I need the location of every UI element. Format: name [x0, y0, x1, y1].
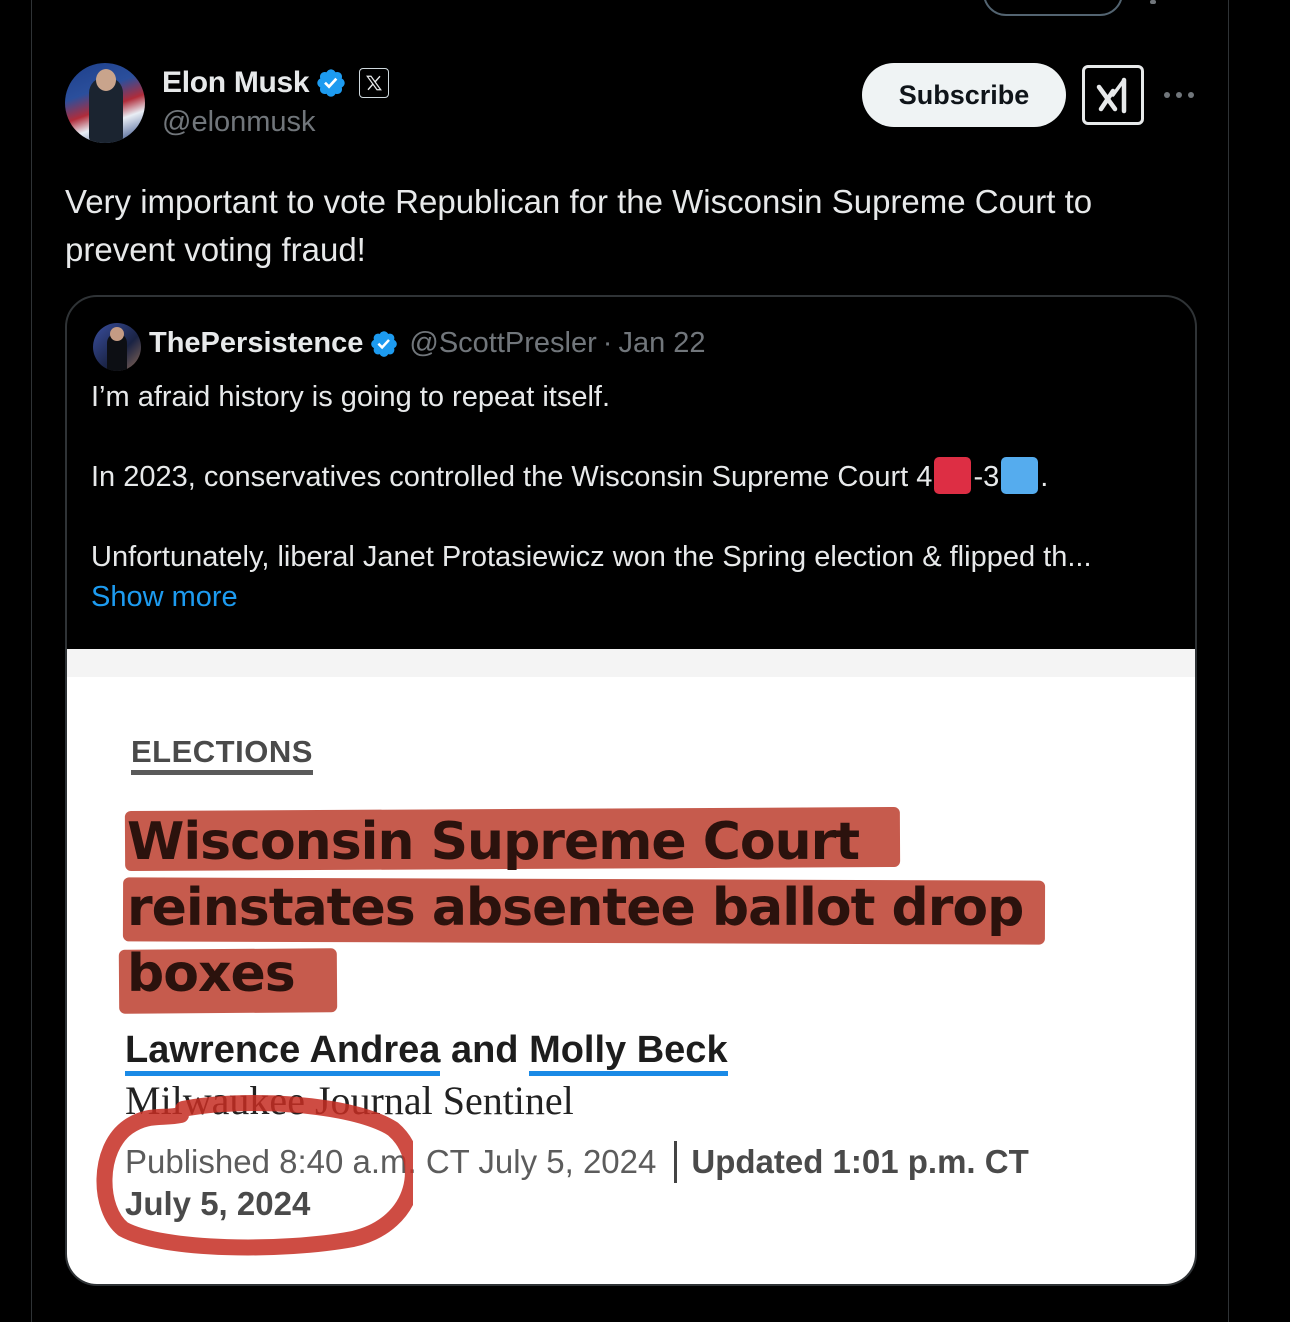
- quoted-verified-badge-icon: [371, 330, 398, 357]
- quoted-text-line-2-prefix: In 2023, conservatives controlled the Wi…: [91, 461, 933, 493]
- article-byline-and: and: [450, 1029, 519, 1071]
- article-headline-line-2: reinstates absentee ballot drop: [127, 878, 1024, 938]
- grok-button[interactable]: [1082, 65, 1144, 125]
- quoted-author-avatar[interactable]: [93, 323, 141, 371]
- article-headline: Wisconsin Supreme Court reinstates absen…: [127, 809, 1127, 1007]
- subscribe-button[interactable]: Subscribe: [862, 63, 1066, 127]
- timeline-border-left: [31, 0, 32, 1322]
- blue-square-emoji-icon: [1001, 457, 1039, 494]
- quoted-avatar-face: [110, 327, 124, 341]
- article-headline-line-1: Wisconsin Supreme Court: [127, 812, 860, 872]
- article-top-strip: [67, 649, 1195, 677]
- timeline-border-right: [1228, 0, 1229, 1322]
- author-avatar[interactable]: [65, 63, 145, 143]
- quoted-text-line-3: Unfortunately, liberal Janet Protasiewic…: [91, 541, 1092, 573]
- red-square-emoji-icon: [934, 457, 972, 494]
- grok-icon: [1096, 77, 1127, 114]
- quoted-media-image[interactable]: ELECTIONS Wisconsin Supreme Court reinst…: [67, 649, 1195, 1284]
- avatar-face: [96, 69, 116, 91]
- more-horizontal-icon: [1164, 92, 1194, 98]
- x-affiliation-icon[interactable]: [359, 68, 390, 98]
- article-headline-line-3: boxes: [127, 944, 296, 1004]
- article-byline: Lawrence Andrea and Molly Beck: [125, 1029, 728, 1076]
- author-name-row: Elon Musk: [162, 66, 390, 100]
- article-section-tag: ELECTIONS: [131, 735, 313, 775]
- quoted-text-line-2-suffix: .: [1040, 461, 1049, 493]
- quoted-tweet-header: ThePersistence @ScottPresler · Jan 22: [149, 327, 706, 360]
- more-options-button[interactable]: [1162, 80, 1196, 110]
- quoted-tweet-card[interactable]: ThePersistence @ScottPresler · Jan 22 I’…: [65, 295, 1197, 1286]
- quoted-author-name[interactable]: ThePersistence: [149, 327, 363, 360]
- quoted-author-handle[interactable]: @ScottPresler: [409, 327, 596, 360]
- verified-badge-icon: [317, 69, 345, 97]
- article-author-2: Molly Beck: [529, 1029, 728, 1076]
- article-updated-text: Updated 1:01 p.m. CT: [691, 1143, 1029, 1180]
- quoted-text-line-2: In 2023, conservatives controlled the Wi…: [91, 457, 1171, 497]
- quoted-tweet-date[interactable]: Jan 22: [618, 327, 705, 360]
- article-author-1: Lawrence Andrea: [125, 1029, 441, 1076]
- tweet-text: Very important to vote Republican for th…: [65, 183, 1093, 268]
- article-date-divider: [674, 1141, 678, 1183]
- show-more-link[interactable]: Show more: [91, 577, 1171, 617]
- quoted-text-line-2-mid: -3: [973, 461, 1000, 493]
- quoted-tweet-body: I’m afraid history is going to repeat it…: [91, 377, 1171, 617]
- red-circle-annotation: [96, 1095, 413, 1256]
- x-logo-icon: [366, 75, 383, 91]
- previous-post-dot: [1150, 0, 1156, 4]
- author-display-name[interactable]: Elon Musk: [162, 66, 310, 100]
- quoted-separator: ·: [602, 327, 613, 359]
- quoted-text-line-1: I’m afraid history is going to repeat it…: [91, 381, 611, 413]
- previous-post-button[interactable]: [983, 0, 1123, 16]
- author-handle[interactable]: @elonmusk: [162, 106, 316, 139]
